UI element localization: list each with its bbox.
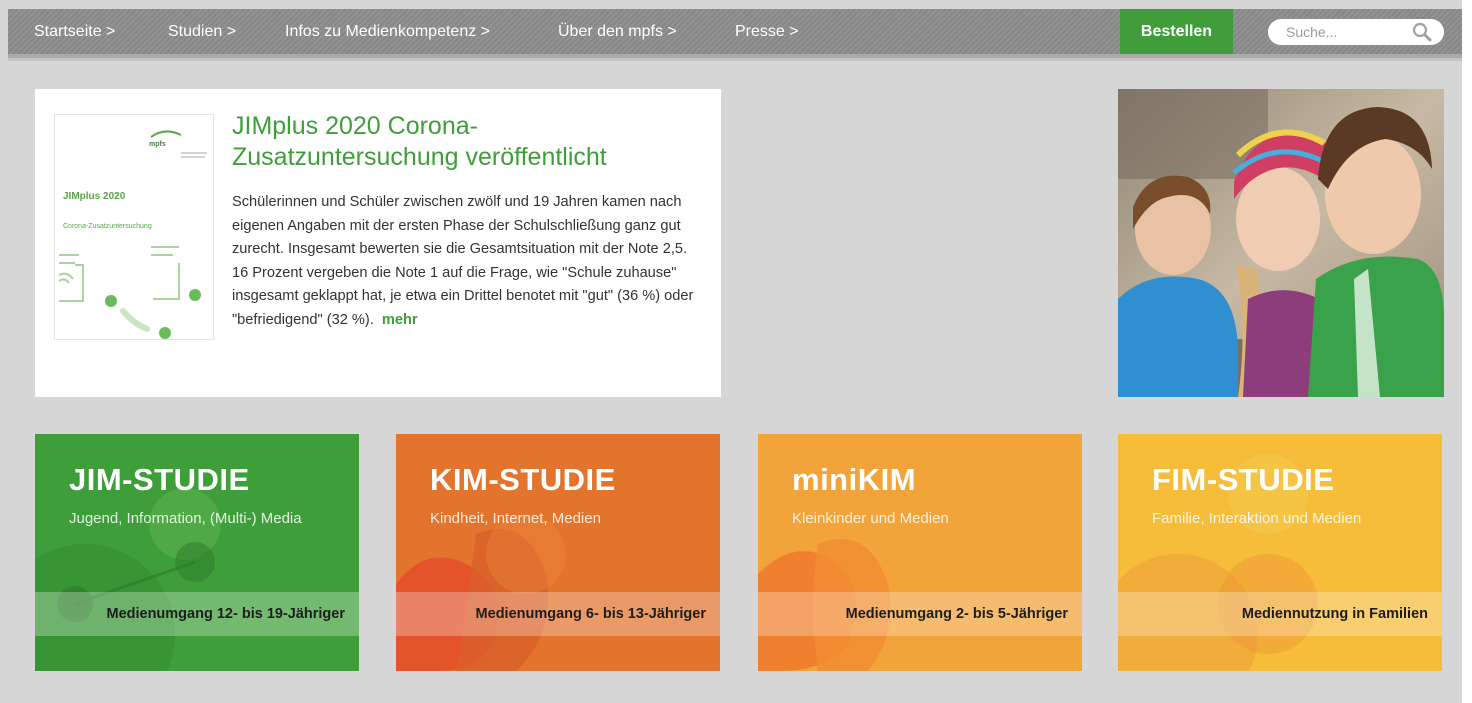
tile-band-label: Medienumgang 2- bis 5-Jähriger <box>845 606 1068 622</box>
tile-subtitle: Kindheit, Internet, Medien <box>430 510 601 527</box>
more-link[interactable]: mehr <box>382 312 418 328</box>
tile-subtitle: Jugend, Information, (Multi-) Media <box>69 510 302 527</box>
news-teaser-text: Schülerinnen und Schüler zwischen zwölf … <box>232 194 694 328</box>
study-tile-fim[interactable]: FIM-STUDIE Familie, Interaktion und Medi… <box>1118 434 1442 671</box>
search-box <box>1268 19 1444 45</box>
photo-illustration <box>1118 89 1444 397</box>
tile-band-label: Mediennutzung in Familien <box>1241 606 1428 622</box>
nav-item-presse[interactable]: Presse > <box>735 9 799 54</box>
study-tile-minikim[interactable]: miniKIM Kleinkinder und Medien Medienumg… <box>758 434 1082 671</box>
mpfs-logo: mpfs <box>149 141 166 148</box>
tile-band: Medienumgang 12- bis 19-Jähriger <box>35 592 359 636</box>
tile-subtitle: Kleinkinder und Medien <box>792 510 949 527</box>
tile-band: Mediennutzung in Familien <box>1118 592 1442 636</box>
tile-title: KIM-STUDIE <box>430 462 616 497</box>
tile-title: JIM-STUDIE <box>69 462 250 497</box>
search-icon[interactable] <box>1412 22 1432 42</box>
teenagers-photo <box>1118 89 1444 397</box>
main-navigation: Startseite > Studien > Infos zu Medienko… <box>8 9 1462 54</box>
tile-band: Medienumgang 2- bis 5-Jähriger <box>758 592 1082 636</box>
search-input[interactable] <box>1286 24 1416 40</box>
study-tile-jim[interactable]: JIM-STUDIE Jugend, Information, (Multi-)… <box>35 434 359 671</box>
news-card: mpfs JIMplus 2020 Corona-Zusatzuntersuch… <box>35 89 721 397</box>
study-tile-kim[interactable]: KIM-STUDIE Kindheit, Internet, Medien Me… <box>396 434 720 671</box>
cover-title: JIMplus 2020 <box>63 191 126 202</box>
news-teaser: Schülerinnen und Schüler zwischen zwölf … <box>232 191 707 332</box>
nav-divider-shadow <box>8 58 1462 61</box>
nav-item-startseite[interactable]: Startseite > <box>34 9 115 54</box>
tile-subtitle: Familie, Interaktion und Medien <box>1152 510 1362 527</box>
tile-title: FIM-STUDIE <box>1152 462 1335 497</box>
order-button[interactable]: Bestellen <box>1120 9 1233 54</box>
tile-band: Medienumgang 6- bis 13-Jähriger <box>396 592 720 636</box>
nav-item-studien[interactable]: Studien > <box>168 9 236 54</box>
cover-subtitle: Corona-Zusatzuntersuchung <box>63 223 152 230</box>
right-margin <box>1462 0 1472 703</box>
news-headline[interactable]: JIMplus 2020 Corona-Zusatzuntersuchung v… <box>232 111 702 173</box>
tile-band-label: Medienumgang 12- bis 19-Jähriger <box>106 606 345 622</box>
publication-cover[interactable]: mpfs JIMplus 2020 Corona-Zusatzuntersuch… <box>54 114 214 340</box>
nav-item-ueber-mpfs[interactable]: Über den mpfs > <box>558 9 677 54</box>
tile-title: miniKIM <box>792 462 917 497</box>
tile-band-label: Medienumgang 6- bis 13-Jähriger <box>475 606 706 622</box>
nav-item-medienkompetenz[interactable]: Infos zu Medienkompetenz > <box>285 9 490 54</box>
